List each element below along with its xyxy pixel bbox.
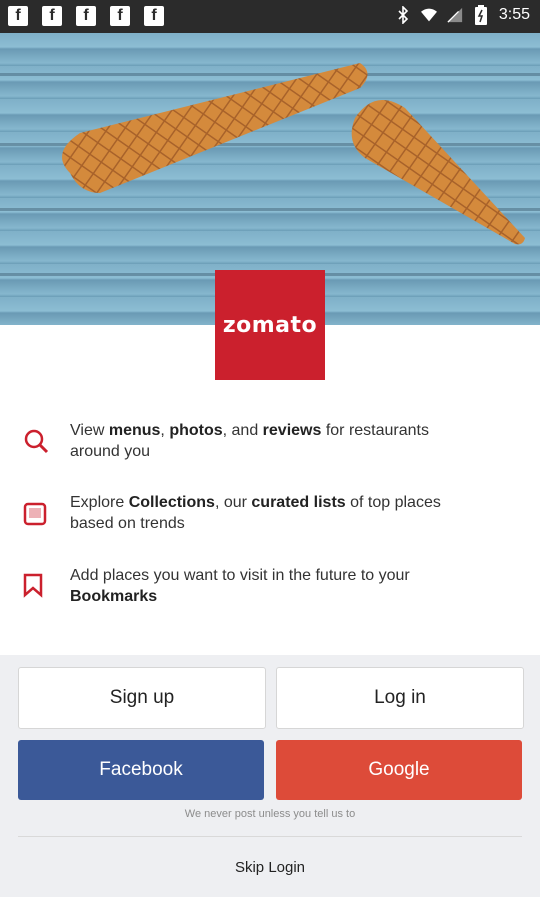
facebook-login-button[interactable]: Facebook (18, 740, 264, 800)
logo-text: zomato (222, 312, 318, 338)
facebook-label: Facebook (99, 759, 183, 780)
bookmark-icon (19, 571, 47, 599)
signal-icon (447, 5, 463, 25)
divider (18, 836, 522, 837)
system-tray: 3:55 (395, 5, 530, 25)
sign-up-button[interactable]: Sign up (18, 667, 266, 729)
privacy-disclaimer: We never post unless you tell us to (184, 808, 356, 820)
skip-login-link[interactable]: Skip Login (0, 859, 540, 876)
facebook-icon: f (76, 6, 96, 26)
facebook-icon: f (110, 6, 130, 26)
log-in-button[interactable]: Log in (276, 667, 524, 729)
facebook-icon: f (144, 6, 164, 26)
facebook-icon: f (42, 6, 62, 26)
log-in-label: Log in (374, 687, 426, 708)
google-login-button[interactable]: Google (276, 740, 522, 800)
zomato-logo: zomato (215, 270, 325, 380)
collections-icon (21, 500, 49, 528)
search-icon (22, 427, 50, 455)
clock: 3:55 (498, 6, 530, 23)
status-bar: f f f f f 3:55 (0, 0, 540, 33)
wifi-icon (420, 5, 437, 25)
battery-icon (473, 5, 489, 25)
facebook-icon: f (8, 6, 28, 26)
feature-text-collections: Explore Collections, our curated lists o… (70, 494, 441, 532)
bluetooth-icon (395, 5, 411, 25)
feature-text-menus: View menus, photos, and reviews for rest… (70, 422, 429, 460)
ice-cream-cone-image (351, 100, 525, 245)
feature-text-bookmarks: Add places you want to visit in the futu… (70, 567, 410, 605)
sign-up-label: Sign up (109, 687, 175, 708)
google-label: Google (368, 759, 430, 780)
notification-icons: f f f f f (8, 6, 164, 26)
ice-cream-cone-image (62, 63, 368, 193)
